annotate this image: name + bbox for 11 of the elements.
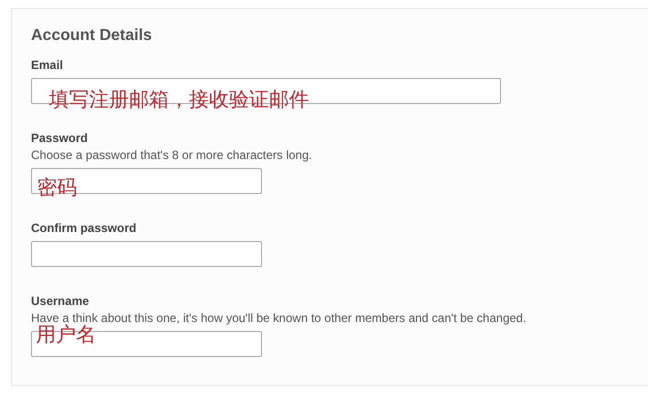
section-title: Account Details <box>31 26 153 46</box>
field-hint: Choose a password that's 8 or more characters long. <box>31 148 314 162</box>
annotation-text: 填写注册邮箱，接收验证邮件 <box>49 88 309 110</box>
input-field[interactable] <box>31 241 262 267</box>
annotation-text: 用户名 <box>36 323 96 345</box>
field-label: Email <box>31 58 64 72</box>
field-label: Password <box>31 131 89 145</box>
annotation-text: 密码 <box>37 176 77 198</box>
field-label: Confirm password <box>31 221 138 235</box>
field-label: Username <box>31 294 90 308</box>
field-hint: Have a think about this one, it's how you'll be known to other members and can't be changed. <box>31 311 528 325</box>
